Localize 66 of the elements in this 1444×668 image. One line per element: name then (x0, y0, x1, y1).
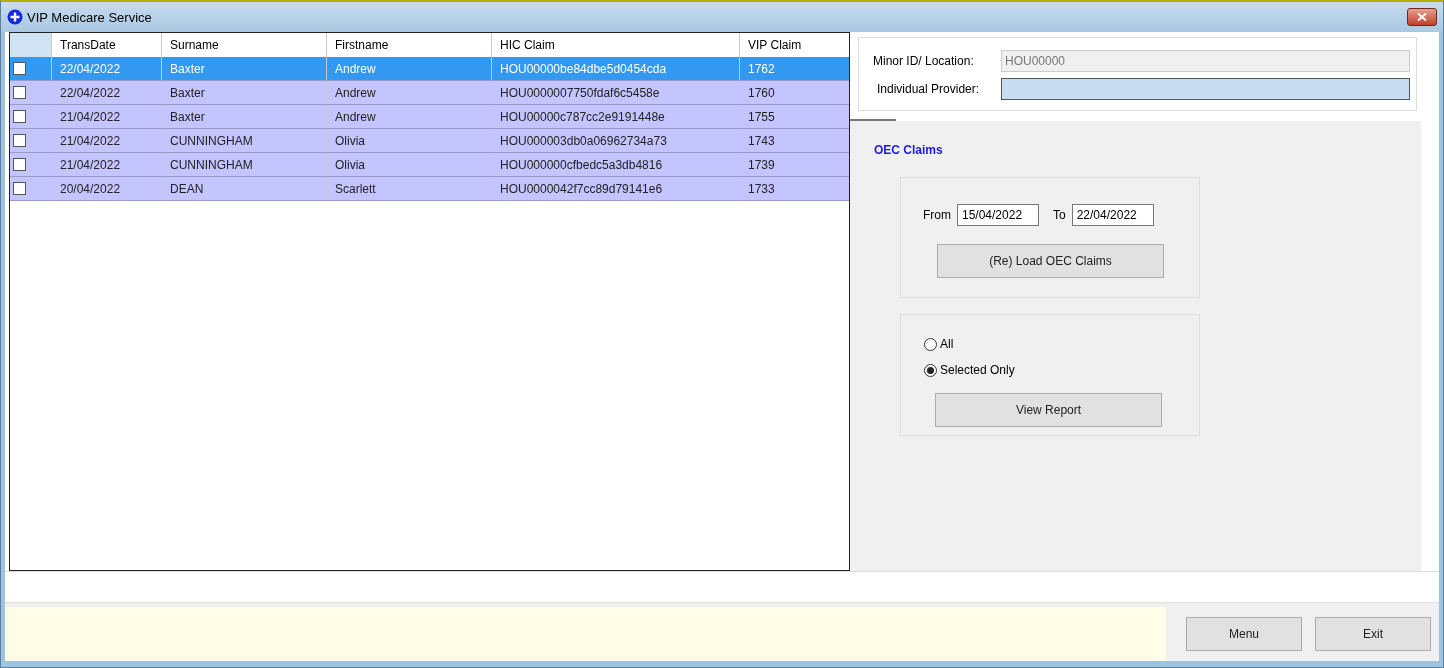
row-checkbox[interactable] (13, 86, 26, 99)
footer-button[interactable]: Menu (1186, 617, 1302, 651)
row-checkbox[interactable] (13, 134, 26, 147)
table-cell: Baxter (162, 105, 327, 128)
table-cell: Andrew (327, 81, 492, 104)
table-cell: HOU00000c787cc2e9191448e (492, 105, 740, 128)
table-cell: DEAN (162, 177, 327, 200)
load-claims-button[interactable]: (Re) Load OEC Claims (937, 244, 1164, 278)
table-cell: HOU0000042f7cc89d79141e6 (492, 177, 740, 200)
table-cell: Baxter (162, 81, 327, 104)
plus-icon (7, 9, 23, 25)
field-label: Minor ID/ Location: (873, 54, 975, 68)
header-corner (10, 33, 52, 57)
table-cell-text: 1743 (747, 132, 776, 150)
table-row[interactable]: 22/04/2022 Baxter Andrew HOU0000007750fdaf6c5458e 1760 (10, 81, 849, 105)
footer-button[interactable]: Exit (1315, 617, 1431, 651)
table-cell: 22/04/2022 (52, 81, 162, 104)
provider-field[interactable] (1001, 78, 1410, 100)
table-cell: Andrew (327, 57, 492, 80)
to-label: To (1053, 208, 1066, 222)
table-cell: Andrew (327, 105, 492, 128)
table-cell-text: 1760 (747, 84, 776, 102)
radio-option[interactable]: Selected Only (924, 357, 1199, 383)
table-cell-text: 1755 (747, 108, 776, 126)
to-date-field[interactable]: 22/04/2022 (1071, 204, 1154, 226)
window-title: VIP Medicare Service (27, 9, 152, 25)
table-row[interactable]: 21/04/2022 CUNNINGHAM Olivia HOU000003db0a06962734a73 1743 (10, 129, 849, 153)
table-cell: 21/04/2022 (52, 153, 162, 176)
radio-option[interactable]: All (924, 331, 1199, 357)
field-label: Individual Provider: (876, 82, 981, 96)
table-cell: CUNNINGHAM (162, 153, 327, 176)
section-heading: OEC Claims (874, 143, 944, 157)
table-cell: 21/04/2022 (52, 105, 162, 128)
table-cell-text: 1739 (747, 156, 776, 174)
row-checkbox[interactable] (13, 182, 26, 195)
row-checkbox[interactable] (13, 158, 26, 171)
from-date-field[interactable]: 15/04/2022 (957, 204, 1039, 226)
from-label: From (923, 208, 951, 222)
table-cell: Olivia (327, 153, 492, 176)
table-cell: 20/04/2022 (52, 177, 162, 200)
view-report-button[interactable]: View Report (935, 393, 1162, 427)
table-row[interactable]: 21/04/2022 Baxter Andrew HOU00000c787cc2e9191448e 1755 (10, 105, 849, 129)
table-cell: Olivia (327, 129, 492, 152)
close-icon (1417, 13, 1427, 21)
radio-label: All (940, 337, 954, 351)
table-cell: 22/04/2022 (52, 57, 162, 80)
table-row[interactable]: 21/04/2022 CUNNINGHAM Olivia HOU000000cfbedc5a3db4816 1739 (10, 153, 849, 177)
table-row[interactable]: 20/04/2022 DEAN Scarlett HOU0000042f7cc89d79141e6 1733 (10, 177, 849, 201)
location-field[interactable]: HOU00000 (1001, 50, 1410, 72)
table-cell: 21/04/2022 (52, 129, 162, 152)
table-cell: Scarlett (327, 177, 492, 200)
radio-label: Selected Only (940, 363, 1015, 377)
row-checkbox[interactable] (13, 62, 26, 75)
radio-button[interactable] (924, 337, 937, 351)
table-cell: HOU0000007750fdaf6c5458e (492, 81, 740, 104)
close-button[interactable] (1407, 8, 1437, 26)
table-cell-text: 1733 (747, 180, 776, 198)
row-checkbox[interactable] (13, 110, 26, 123)
column-header[interactable]: VIP Claim (740, 33, 849, 57)
table-cell-text: 1762 (747, 60, 776, 78)
radio-button[interactable] (924, 363, 937, 377)
table-cell: CUNNINGHAM (162, 129, 327, 152)
table-cell: HOU000000cfbedc5a3db4816 (492, 153, 740, 176)
table-cell: HOU00000be84dbe5d0454cda (492, 57, 740, 80)
table-cell: HOU000003db0a06962734a73 (492, 129, 740, 152)
table-cell: Baxter (162, 57, 327, 80)
